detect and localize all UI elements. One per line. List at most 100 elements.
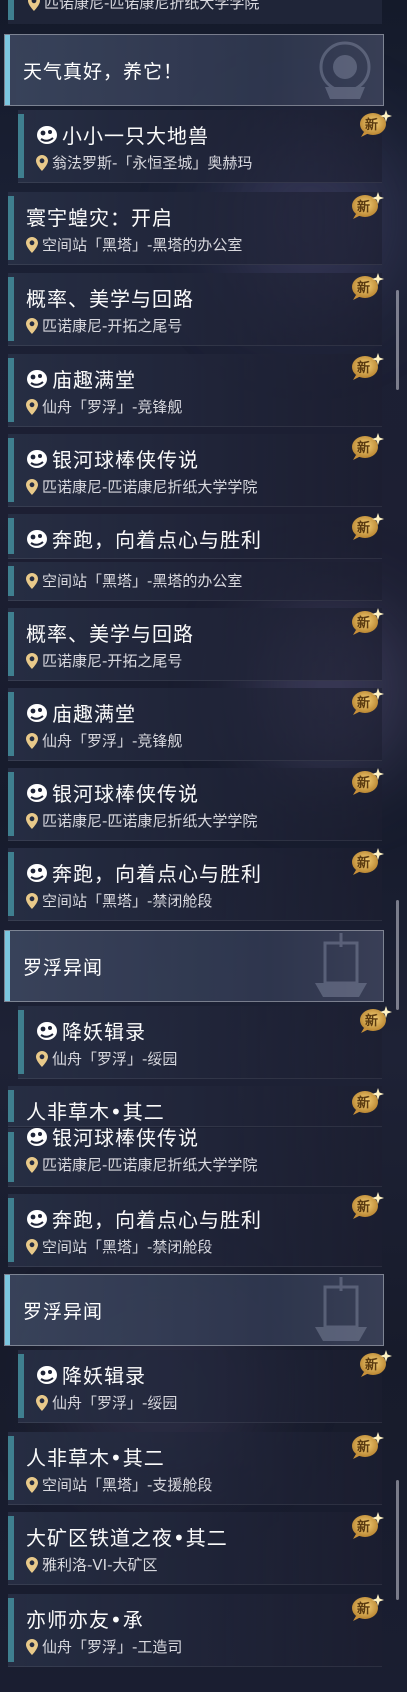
item-location: 仙舟「罗浮」-工造司 [26,1636,182,1657]
quest-list-item[interactable]: 银河球棒侠传说匹诺康尼-匹诺康尼折纸大学学院 [8,768,382,841]
item-title: 银河球棒侠传说 [26,444,199,473]
companion-quest-icon [27,529,47,548]
new-badge-icon: 新 [350,1592,384,1622]
list-item-partial-top[interactable]: 匹诺康尼-匹诺康尼折纸大学学院 [8,0,382,24]
location-pin-icon [26,732,38,749]
location-pin-icon [28,0,40,11]
location-pin-icon [26,892,38,909]
item-location: 仙舟「罗浮」-绥园 [36,1048,177,1069]
location-pin-icon [26,1638,38,1655]
section-title: 罗浮异闻 [23,957,104,979]
quest-list-item[interactable]: 奔跑，向着点心与胜利 [8,514,382,559]
item-location: 空间站「黑塔」-禁闭舱段 [26,1236,212,1257]
item-location-text: 匹诺康尼-开拓之尾号 [42,652,183,670]
quest-list-item[interactable]: 人非草木•其二 空间站「黑塔」-支援舱段 [8,1432,382,1505]
item-location: 匹诺康尼-开拓之尾号 [26,650,182,671]
location-pin-icon [36,1050,48,1067]
item-accent-bar [8,566,14,596]
section-header-weather[interactable]: 天气真好，养它！ [4,34,384,106]
section-accent-bar [5,1275,10,1345]
item-title-text: 人非草木•其二 [26,1446,165,1470]
new-badge-label: 新 [365,1014,379,1029]
section-header-luofu[interactable]: 罗浮异闻 [4,930,384,1002]
companion-quest-icon [27,369,47,388]
quest-list-item[interactable]: 大矿区铁道之夜•其二雅利洛-VI-大矿区 [8,1512,382,1585]
item-title-text: 大矿区铁道之夜•其二 [26,1526,228,1550]
quest-list-item[interactable]: 庙趣满堂仙舟「罗浮」-竞锋舰 [8,354,382,427]
item-title-text: 奔跑，向着点心与胜利 [52,862,262,886]
quest-list-item[interactable]: 降妖辑录 仙舟「罗浮」-绥园 [18,1006,382,1079]
new-badge-label: 新 [357,616,371,631]
item-title-text: 奔跑，向着点心与胜利 [52,1208,262,1232]
new-badge-icon: 新 [358,1348,392,1378]
new-badge-icon: 新 [350,766,384,796]
item-location-text: 仙舟「罗浮」-工造司 [42,1638,183,1656]
quest-list-item[interactable]: 庙趣满堂 仙舟「罗浮」-竞锋舰 [8,688,382,761]
new-badge-icon: 新 [350,271,384,301]
location-pin-icon [26,236,38,253]
quest-list-item[interactable]: 亦师亦友•承仙舟「罗浮」-工造司 [8,1594,382,1667]
item-location-text: 雅利洛-VI-大矿区 [42,1556,158,1574]
companion-quest-icon [37,1021,57,1040]
item-location: 仙舟「罗浮」-竞锋舰 [26,396,182,417]
item-location-text: 匹诺康尼-匹诺康尼折纸大学学院 [44,0,260,12]
new-badge-icon: 新 [350,606,384,636]
quest-list-item[interactable]: 银河球棒侠传说匹诺康尼-匹诺康尼折纸大学学院 [8,434,382,507]
item-location: 匹诺康尼-匹诺康尼折纸大学学院 [26,810,257,831]
quest-list-item[interactable]: 人非草木•其二 [8,1086,382,1127]
quest-list-item[interactable]: 寰宇蝗灾：开启 空间站「黑塔」-黑塔的办公室 [8,192,382,265]
item-title: 亦师亦友•承 [26,1604,144,1633]
quest-list-item[interactable]: 降妖辑录仙舟「罗浮」-绥园 [18,1350,382,1423]
item-title-text: 银河球棒侠传说 [52,1126,199,1150]
section-accent-bar [5,35,10,105]
section-title: 罗浮异闻 [23,1301,104,1323]
quest-list-item[interactable]: 奔跑，向着点心与胜利空间站「黑塔」-禁闭舱段 [8,1194,382,1267]
item-accent-bar [8,0,14,20]
new-badge-label: 新 [365,118,379,133]
location-pin-icon [26,1238,38,1255]
new-badge-label: 新 [357,1200,371,1215]
item-title: 银河球棒侠传说 [26,1122,199,1151]
new-badge-icon: 新 [350,1430,384,1460]
item-title: 奔跑，向着点心与胜利 [26,858,262,887]
item-accent-bar [8,852,14,916]
item-location-text: 仙舟「罗浮」-绥园 [52,1050,178,1068]
item-location: 匹诺康尼-匹诺康尼折纸大学学院 [26,476,257,497]
section-emblem-icon [315,1277,367,1341]
item-title: 银河球棒侠传说 [26,778,199,807]
item-title-text: 概率、美学与回路 [26,287,194,311]
item-location: 匹诺康尼-开拓之尾号 [26,315,182,336]
item-location: 匹诺康尼-匹诺康尼折纸大学学院 [26,1154,257,1175]
section-accent-bar [5,931,10,1001]
item-title: 小小一只大地兽 [36,120,209,149]
location-pin-icon [26,572,38,589]
new-badge-label: 新 [365,1358,379,1373]
item-location-text: 仙舟「罗浮」-绥园 [52,1394,178,1412]
quest-list-item[interactable]: 奔跑，向着点心与胜利空间站「黑塔」-禁闭舱段 [8,848,382,921]
item-title-text: 亦师亦友•承 [26,1608,144,1632]
new-badge-label: 新 [357,281,371,296]
scrollbar-thumb[interactable] [396,290,399,390]
companion-quest-icon [37,125,57,144]
quest-list-item[interactable]: 小小一只大地兽 翁法罗斯-「永恒圣城」奥赫玛 [18,110,382,183]
item-title: 降妖辑录 [36,1360,146,1389]
item-accent-bar [18,114,24,178]
item-accent-bar [8,196,14,260]
quest-list-item[interactable]: 概率、美学与回路 匹诺康尼-开拓之尾号 [8,273,382,346]
companion-quest-icon [27,783,47,802]
quest-list-item[interactable]: 银河球棒侠传说匹诺康尼-匹诺康尼折纸大学学院 [8,1126,382,1187]
new-badge-label: 新 [357,441,371,456]
item-accent-bar [8,1436,14,1500]
item-title: 奔跑，向着点心与胜利 [26,1204,262,1233]
item-title: 庙趣满堂 [26,364,136,393]
section-header-luofu[interactable]: 罗浮异闻 [4,1274,384,1346]
scrollbar-thumb[interactable] [396,900,399,1010]
item-title: 奔跑，向着点心与胜利 [26,524,262,553]
scrollbar-thumb[interactable] [396,1480,399,1600]
item-accent-bar [18,1354,24,1418]
quest-list-item[interactable]: 空间站「黑塔」-黑塔的办公室 [8,562,382,601]
item-location-text: 空间站「黑塔」-禁闭舱段 [42,892,213,910]
quest-list-item[interactable]: 概率、美学与回路 匹诺康尼-开拓之尾号 [8,608,382,681]
item-title-text: 银河球棒侠传说 [52,782,199,806]
item-title: 大矿区铁道之夜•其二 [26,1522,228,1551]
